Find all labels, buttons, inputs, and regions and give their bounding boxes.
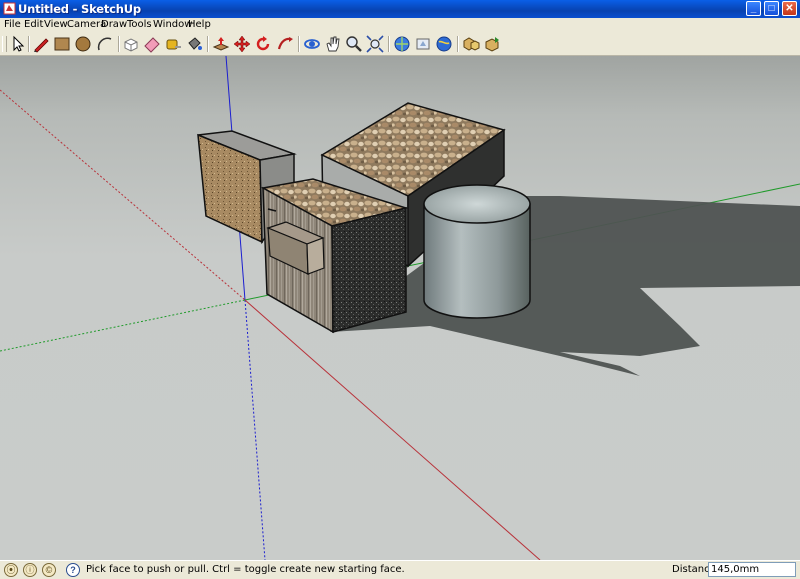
close-button[interactable]: ✕ xyxy=(782,1,797,16)
model-scene[interactable] xyxy=(0,56,800,560)
toolbar-separator xyxy=(207,36,209,52)
measurements-input[interactable]: 145,0mm xyxy=(708,562,796,577)
make-component-tool-icon[interactable] xyxy=(122,35,140,53)
menu-draw[interactable]: Draw xyxy=(101,19,127,30)
user-icon[interactable]: © xyxy=(42,563,56,577)
menu-window[interactable]: Window xyxy=(153,19,192,30)
zoom-extents-tool-icon[interactable] xyxy=(366,35,384,53)
credits-icon[interactable]: ⓘ xyxy=(23,563,37,577)
main-toolbar xyxy=(0,33,800,56)
middle-box-side xyxy=(331,207,407,333)
eraser-tool-icon[interactable] xyxy=(143,35,161,53)
zoom-tool-icon[interactable] xyxy=(345,35,363,53)
help-icon[interactable]: ? xyxy=(66,563,80,577)
components-icon[interactable] xyxy=(462,35,480,53)
menu-bar: File Edit View Camera Draw Tools Window … xyxy=(0,18,800,33)
pencil-line-tool-icon[interactable] xyxy=(32,35,50,53)
move-tool-icon[interactable] xyxy=(233,35,251,53)
menu-edit[interactable]: Edit xyxy=(24,19,43,30)
toolbar-separator xyxy=(457,36,459,52)
minimize-button[interactable]: _ xyxy=(746,1,761,16)
glass-cylinder-top xyxy=(423,184,531,224)
drawing-viewport[interactable] xyxy=(0,56,800,560)
maximize-button[interactable]: □ xyxy=(764,1,779,16)
circle-tool-icon[interactable] xyxy=(74,35,92,53)
rotate-tool-icon[interactable] xyxy=(254,35,272,53)
status-message: Pick face to push or pull. Ctrl = toggle… xyxy=(86,564,405,575)
geo-location-icon[interactable]: ⦿ xyxy=(4,563,18,577)
toolbar-separator xyxy=(388,36,390,52)
arc-tool-icon[interactable] xyxy=(96,35,114,53)
menu-file[interactable]: File xyxy=(4,19,21,30)
toolbar-grip[interactable] xyxy=(2,36,7,52)
window-title: Untitled - SketchUp xyxy=(18,2,141,16)
google-earth-icon[interactable] xyxy=(435,35,453,53)
toolbar-separator xyxy=(28,36,30,52)
rectangle-tool-icon[interactable] xyxy=(53,35,71,53)
orbit-tool-icon[interactable] xyxy=(303,35,321,53)
menu-tools[interactable]: Tools xyxy=(127,19,152,30)
status-bar: ⦿ ⓘ © ? Pick face to push or pull. Ctrl … xyxy=(0,560,800,579)
select-tool-icon[interactable] xyxy=(8,35,26,53)
follow-me-tool-icon[interactable] xyxy=(276,35,294,53)
toolbar-separator xyxy=(298,36,300,52)
pan-tool-icon[interactable] xyxy=(324,35,342,53)
tape-measure-tool-icon[interactable] xyxy=(164,35,182,53)
share-model-icon[interactable] xyxy=(414,35,432,53)
sketchup-logo-icon xyxy=(3,2,16,15)
share-component-icon[interactable] xyxy=(483,35,501,53)
toolbar-separator xyxy=(118,36,120,52)
push-pull-tool-icon[interactable] xyxy=(212,35,230,53)
get-models-icon[interactable] xyxy=(393,35,411,53)
menu-view[interactable]: View xyxy=(44,19,68,30)
title-bar: Untitled - SketchUp _ □ ✕ xyxy=(0,0,800,18)
menu-help[interactable]: Help xyxy=(188,19,211,30)
paint-bucket-tool-icon[interactable] xyxy=(185,35,203,53)
